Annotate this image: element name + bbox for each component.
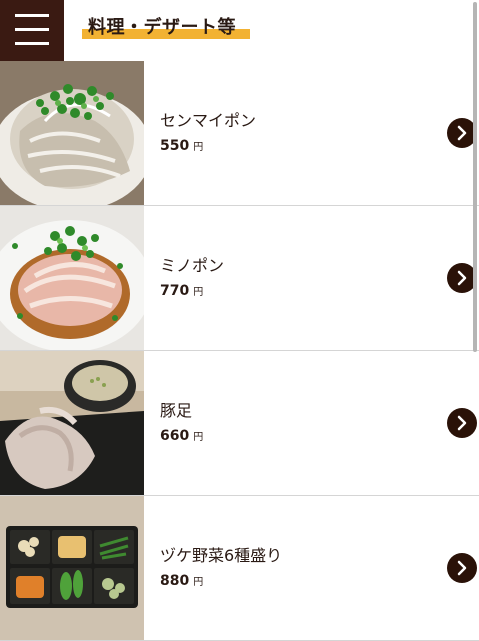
pickled-vegetables-photo (0, 496, 144, 640)
menu-item-price: 550 円 (160, 138, 204, 154)
menu-item[interactable]: センマイポン 550 円 (0, 61, 479, 206)
menu-item-name: センマイポン (160, 111, 257, 130)
vertical-scrollbar[interactable] (473, 2, 477, 352)
senmai-dish-photo (0, 61, 144, 205)
menu-list: センマイポン 550 円 ミノポン 770 円 豚足 660 円 ヅケ野菜6種盛… (0, 61, 479, 641)
menu-item-info: ヅケ野菜6種盛り 880 円 (160, 546, 282, 592)
menu-item-info: センマイポン 550 円 (160, 111, 256, 157)
chevron-right-circle-icon[interactable] (447, 408, 477, 438)
hamburger-menu-icon (15, 14, 49, 17)
menu-item-price: 880 円 (160, 573, 204, 589)
mino-dish-photo (0, 206, 144, 350)
menu-item[interactable]: ヅケ野菜6種盛り 880 円 (0, 496, 479, 641)
chevron-right-circle-icon[interactable] (447, 553, 477, 583)
menu-item[interactable]: 豚足 660 円 (0, 351, 479, 496)
menu-item-name: ミノポン (160, 256, 225, 275)
menu-item-price: 770 円 (160, 283, 204, 299)
app-header: 料理・デザート等 (0, 0, 479, 61)
hamburger-menu-button[interactable] (0, 0, 64, 61)
page-title: 料理・デザート等 (88, 17, 236, 38)
tonsoku-dish-photo (0, 351, 144, 495)
menu-item-info: 豚足 660 円 (160, 401, 203, 447)
menu-item[interactable]: ミノポン 770 円 (0, 206, 479, 351)
menu-item-name: 豚足 (160, 401, 193, 420)
page-title-wrap: 料理・デザート等 (82, 16, 250, 40)
menu-item-name: ヅケ野菜6種盛り (160, 546, 283, 565)
menu-item-price: 660 円 (160, 428, 204, 444)
menu-item-info: ミノポン 770 円 (160, 256, 224, 302)
